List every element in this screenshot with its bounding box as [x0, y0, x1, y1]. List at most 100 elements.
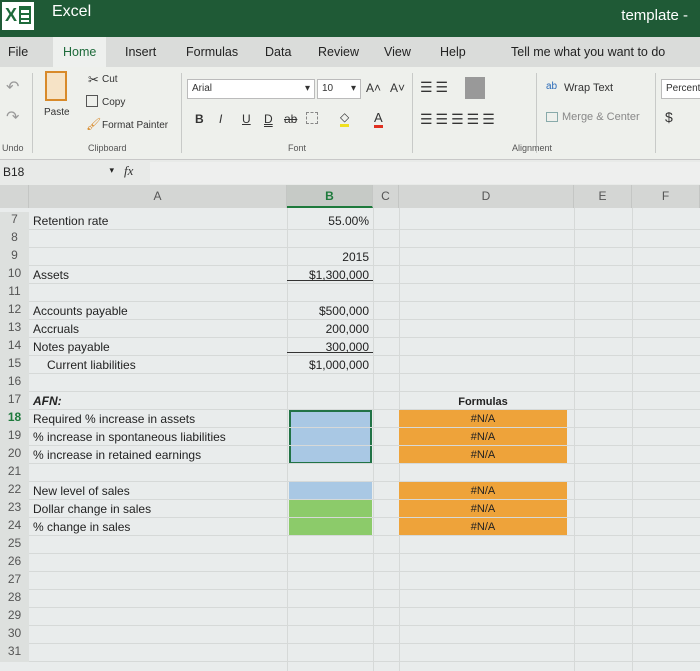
- decrease-font-icon[interactable]: A˅: [390, 81, 405, 95]
- row-header[interactable]: 20: [0, 446, 29, 464]
- paste-icon[interactable]: [45, 71, 67, 101]
- formula-input[interactable]: [150, 162, 700, 184]
- bottom-align-icon[interactable]: [465, 77, 485, 99]
- column-header-a[interactable]: A: [29, 185, 287, 208]
- cell-b[interactable]: [287, 446, 369, 464]
- redo-icon[interactable]: ↷: [6, 107, 19, 127]
- cell-a[interactable]: [33, 590, 283, 608]
- column-header-f[interactable]: F: [632, 185, 700, 208]
- tab-insert[interactable]: Insert: [125, 45, 156, 59]
- merge-center-button[interactable]: Merge & Center: [562, 111, 640, 123]
- strikethrough-button[interactable]: ab: [284, 112, 297, 126]
- row-header[interactable]: 15: [0, 356, 29, 374]
- formula-value[interactable]: #N/A: [399, 428, 567, 446]
- cell-b[interactable]: [287, 572, 369, 590]
- row-header[interactable]: 11: [0, 284, 29, 302]
- row-header[interactable]: 28: [0, 590, 29, 608]
- cell-a[interactable]: % change in sales: [33, 518, 283, 536]
- cell-a[interactable]: Current liabilities: [33, 356, 283, 374]
- vertical-align-icons[interactable]: ☰☰: [420, 79, 451, 96]
- increase-font-icon[interactable]: A˄: [366, 81, 381, 95]
- cell-b[interactable]: 55.00%: [287, 212, 369, 230]
- row-header[interactable]: 8: [0, 230, 29, 248]
- row-header[interactable]: 22: [0, 482, 29, 500]
- cell-b[interactable]: $1,000,000: [287, 356, 369, 374]
- cell-b[interactable]: [287, 590, 369, 608]
- tab-file[interactable]: File: [8, 45, 28, 59]
- formula-value[interactable]: #N/A: [399, 518, 567, 536]
- bold-button[interactable]: B: [195, 112, 204, 126]
- underline-button[interactable]: U: [242, 112, 251, 126]
- currency-button[interactable]: $: [665, 109, 673, 125]
- row-header[interactable]: 26: [0, 554, 29, 572]
- font-color-icon[interactable]: A: [374, 110, 383, 128]
- cell-b[interactable]: [287, 374, 369, 392]
- cell-b[interactable]: $500,000: [287, 302, 369, 320]
- cell-a[interactable]: Notes payable: [33, 338, 283, 356]
- row-header[interactable]: 12: [0, 302, 29, 320]
- cell-a[interactable]: % increase in retained earnings: [33, 446, 283, 464]
- column-header-c[interactable]: C: [373, 185, 399, 208]
- tell-me-search[interactable]: Tell me what you want to do: [511, 45, 665, 59]
- number-format-select[interactable]: Percenta: [661, 79, 700, 99]
- name-box[interactable]: B18 ▾: [0, 163, 120, 183]
- cut-button[interactable]: Cut: [102, 74, 118, 85]
- row-header[interactable]: 27: [0, 572, 29, 590]
- row-header[interactable]: 9: [0, 248, 29, 266]
- row-header[interactable]: 29: [0, 608, 29, 626]
- row-header[interactable]: 17: [0, 392, 29, 410]
- row-header[interactable]: 13: [0, 320, 29, 338]
- row-header[interactable]: 16: [0, 374, 29, 392]
- formula-value[interactable]: #N/A: [399, 410, 567, 428]
- cell-a[interactable]: [33, 626, 283, 644]
- column-header-d[interactable]: D: [399, 185, 574, 208]
- tab-help[interactable]: Help: [440, 45, 466, 59]
- column-header-b[interactable]: B: [287, 185, 373, 208]
- copy-button[interactable]: Copy: [102, 97, 125, 108]
- cell-a[interactable]: Assets: [33, 266, 283, 284]
- cell-a[interactable]: Required % increase in assets: [33, 410, 283, 428]
- cell-b[interactable]: [287, 464, 369, 482]
- font-size-select[interactable]: 10 ▾: [317, 79, 361, 99]
- cell-a[interactable]: AFN:: [33, 392, 283, 410]
- row-header[interactable]: 10: [0, 266, 29, 284]
- font-name-select[interactable]: Arial ▾: [187, 79, 315, 99]
- cell-a[interactable]: [33, 644, 283, 662]
- tab-formulas[interactable]: Formulas: [186, 45, 238, 59]
- paste-button[interactable]: Paste: [44, 107, 70, 118]
- cell-b[interactable]: [287, 536, 369, 554]
- row-header[interactable]: 7: [0, 212, 29, 230]
- cell-b[interactable]: [287, 518, 369, 536]
- cell-a[interactable]: Dollar change in sales: [33, 500, 283, 518]
- tab-view[interactable]: View: [384, 45, 411, 59]
- cell-b[interactable]: [287, 230, 369, 248]
- cell-b[interactable]: [287, 644, 369, 662]
- cell-a[interactable]: Accruals: [33, 320, 283, 338]
- cell-a[interactable]: [33, 374, 283, 392]
- cell-a[interactable]: [33, 230, 283, 248]
- formula-value[interactable]: #N/A: [399, 482, 567, 500]
- cell-a[interactable]: [33, 572, 283, 590]
- cell-a[interactable]: [33, 248, 283, 266]
- cell-b[interactable]: [287, 554, 369, 572]
- cell-b[interactable]: $1,300,000: [287, 266, 369, 284]
- cell-b[interactable]: 2015: [287, 248, 369, 266]
- fill-color-icon[interactable]: ◇: [340, 110, 350, 127]
- row-header[interactable]: 25: [0, 536, 29, 554]
- cell-b[interactable]: [287, 284, 369, 302]
- borders-icon[interactable]: [306, 112, 318, 124]
- cell-a[interactable]: [33, 536, 283, 554]
- wrap-text-button[interactable]: Wrap Text: [564, 82, 613, 94]
- row-header[interactable]: 21: [0, 464, 29, 482]
- formula-value[interactable]: #N/A: [399, 500, 567, 518]
- cell-b[interactable]: [287, 482, 369, 500]
- row-header[interactable]: 30: [0, 626, 29, 644]
- cell-a[interactable]: [33, 284, 283, 302]
- row-header[interactable]: 18: [0, 410, 29, 428]
- cell-a[interactable]: New level of sales: [33, 482, 283, 500]
- row-header[interactable]: 24: [0, 518, 29, 536]
- cell-b[interactable]: 300,000: [287, 338, 369, 356]
- cell-b[interactable]: [287, 428, 369, 446]
- select-all-corner[interactable]: [0, 185, 29, 208]
- cell-b[interactable]: 200,000: [287, 320, 369, 338]
